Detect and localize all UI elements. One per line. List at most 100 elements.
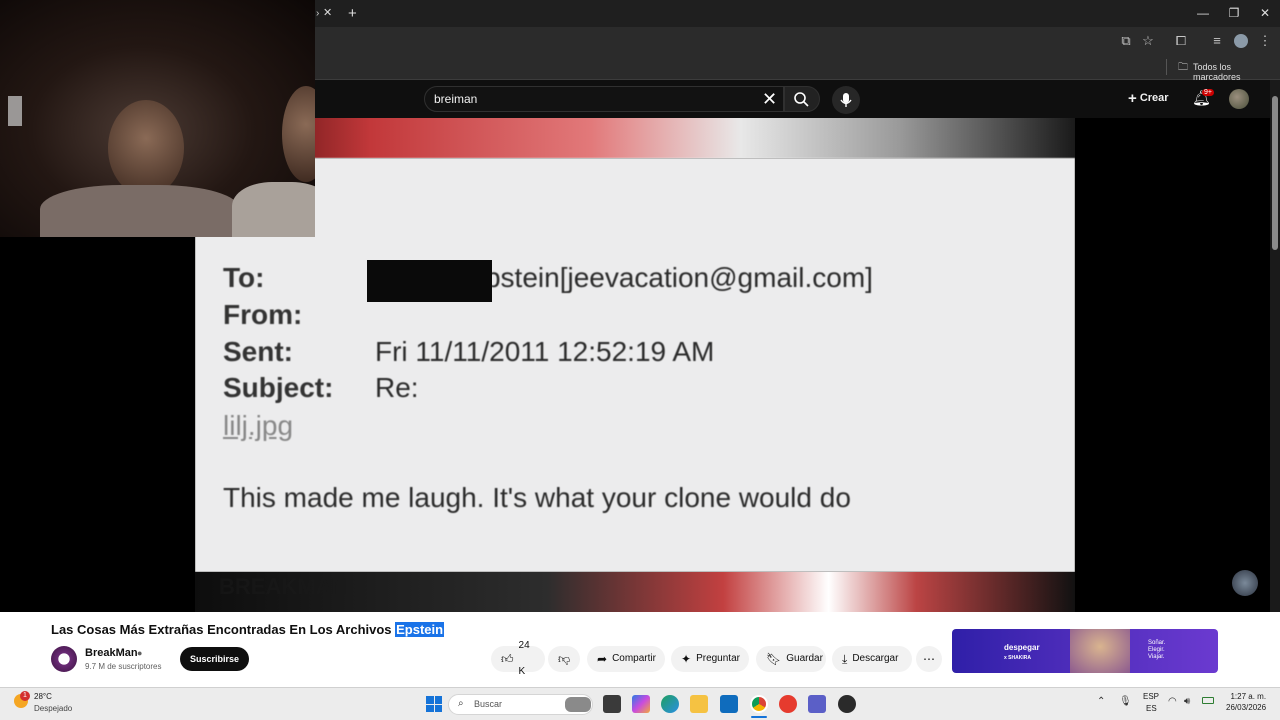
ad-tagline-line: Viajar.: [1148, 654, 1165, 660]
ad-image: [1070, 629, 1130, 673]
person-right-body: [232, 182, 315, 237]
sparkle-icon: ✦: [681, 652, 692, 666]
search-icon: [794, 92, 809, 107]
sponsored-banner[interactable]: [952, 629, 1218, 673]
start-windows-icon[interactable]: [426, 696, 442, 712]
volume-icon[interactable]: 🔊︎: [1184, 696, 1190, 707]
more-actions-button[interactable]: ⋯: [916, 646, 942, 672]
ad-brand-logo: despegar x SHAKIRA: [1004, 643, 1040, 661]
new-tab-icon[interactable]: +: [348, 0, 357, 27]
restore-icon[interactable]: ❐: [1219, 0, 1249, 27]
tab-close-icon[interactable]: ✕: [323, 0, 332, 27]
save-button[interactable]: 🔖︎ Guardar: [756, 646, 826, 672]
download-button[interactable]: ⤓ Descargar: [832, 646, 912, 672]
extensions-icon[interactable]: ⧠: [1170, 27, 1192, 55]
plus-icon: +: [1128, 90, 1137, 107]
person-right: [282, 86, 315, 182]
ad-tagline-line: Soñar.: [1148, 640, 1166, 646]
show-hidden-icons-chevron-icon[interactable]: ⌃: [1097, 696, 1105, 707]
language-bottom[interactable]: ES: [1146, 704, 1157, 713]
chrome-menu-icon[interactable]: ⋮: [1254, 27, 1276, 55]
taskbar-search[interactable]: ⌕ Buscar: [448, 694, 593, 715]
ask-label: Preguntar: [696, 653, 740, 664]
app-dark-icon[interactable]: [838, 695, 856, 713]
ad-tagline-line: Elegir.: [1148, 647, 1165, 653]
subject-label: Subject:: [223, 372, 334, 403]
create-label: Crear: [1139, 92, 1169, 104]
clear-search-icon[interactable]: ✕: [762, 88, 777, 110]
search-query[interactable]: breiman: [434, 92, 477, 106]
verified-icon: ●: [137, 648, 143, 658]
channel-name[interactable]: BreakMan: [85, 647, 138, 659]
email-document: To: Jeffrey Epstein[jeevacation@gmail.co…: [195, 158, 1075, 572]
bookmark-star-icon[interactable]: ☆: [1137, 27, 1159, 55]
teams-icon[interactable]: [808, 695, 826, 713]
scrollbar-thumb[interactable]: [1272, 96, 1278, 250]
share-button[interactable]: ➦ Compartir: [587, 646, 665, 672]
task-view-icon[interactable]: [603, 695, 621, 713]
outlook-icon[interactable]: [720, 695, 738, 713]
bookmarks-divider: [1166, 59, 1167, 75]
app-red-icon[interactable]: [779, 695, 797, 713]
install-app-icon[interactable]: ⧉: [1115, 27, 1137, 55]
microphone-icon: [840, 93, 852, 107]
search-input[interactable]: [424, 86, 784, 112]
person-left-body: [40, 185, 240, 237]
microphone-tray-icon[interactable]: 🎙︎: [1119, 696, 1132, 707]
battery-icon[interactable]: [1202, 697, 1214, 704]
ad-brand-text: despegar: [1004, 643, 1040, 652]
chrome-icon[interactable]: [750, 695, 768, 713]
channel-avatar[interactable]: [51, 646, 77, 672]
video-player[interactable]: To: Jeffrey Epstein[jeevacation@gmail.co…: [195, 118, 1075, 612]
clock-time: 1:27 a. m.: [1230, 692, 1267, 701]
edge-icon[interactable]: [661, 695, 679, 713]
email-body: This made me laugh. It's what your clone…: [223, 482, 851, 513]
webcam-overlay: [0, 0, 315, 237]
download-label: Descargar: [852, 653, 899, 664]
more-dots-icon: ⋯: [923, 652, 935, 666]
taskbar-search-icon: ⌕: [458, 698, 464, 709]
copilot-icon[interactable]: [632, 695, 650, 713]
close-window-icon[interactable]: ✕: [1250, 0, 1280, 27]
weather-desc[interactable]: Despejado: [34, 704, 72, 713]
like-button[interactable]: 👍︎ 24 K: [491, 640, 545, 677]
redaction-block: [367, 260, 492, 302]
weather-temp[interactable]: 28°C: [34, 692, 52, 701]
search-highlight-image: [565, 697, 591, 712]
from-label: From:: [223, 299, 303, 330]
wifi-icon[interactable]: ◠: [1168, 696, 1177, 707]
weather-badge: 1: [20, 691, 30, 701]
thumbs-up-icon: 👍︎: [501, 652, 514, 666]
account-avatar[interactable]: [1229, 89, 1249, 109]
create-button[interactable]: + Crear: [1128, 90, 1169, 107]
system-clock[interactable]: 1:27 a. m. 26/03/2026: [1226, 691, 1266, 713]
channel-watermark: BREAKMAN: [219, 574, 348, 599]
file-explorer-icon[interactable]: [690, 695, 708, 713]
video-title: Las Cosas Más Extrañas Encontradas En Lo…: [51, 622, 445, 637]
share-arrow-icon: ➦: [597, 652, 608, 666]
tab-scroll-icon[interactable]: ›: [316, 0, 319, 27]
share-label: Compartir: [612, 653, 656, 664]
person-left: [108, 100, 184, 196]
ask-button[interactable]: ✦ Preguntar: [671, 646, 749, 672]
voice-search-button[interactable]: [832, 86, 860, 114]
sent-value: Fri 11/11/2011 12:52:19 AM: [375, 336, 715, 367]
background-light: [8, 96, 22, 126]
video-title-text: Las Cosas Más Extrañas Encontradas En Lo…: [51, 622, 396, 637]
media-control-icon[interactable]: ≡: [1206, 27, 1228, 55]
to-label: To:: [223, 262, 265, 293]
bookmark-icon: 🔖︎: [766, 652, 782, 666]
subscribe-button[interactable]: Suscribirse: [180, 647, 249, 671]
all-bookmarks-link[interactable]: Todos los marcadores: [1193, 62, 1280, 82]
save-label: Guardar: [786, 653, 823, 664]
subject-value: Re:: [375, 372, 419, 403]
search-button[interactable]: [784, 86, 820, 112]
active-app-indicator: [751, 716, 767, 718]
clock-date: 26/03/2026: [1226, 703, 1267, 712]
channel-branding-avatar[interactable]: [1232, 570, 1258, 596]
language-top[interactable]: ESP: [1143, 692, 1159, 701]
video-frame-header: [195, 118, 1075, 158]
profile-avatar[interactable]: [1234, 34, 1248, 48]
dislike-button[interactable]: 👎︎: [548, 646, 580, 672]
minimize-icon[interactable]: —: [1188, 0, 1218, 27]
